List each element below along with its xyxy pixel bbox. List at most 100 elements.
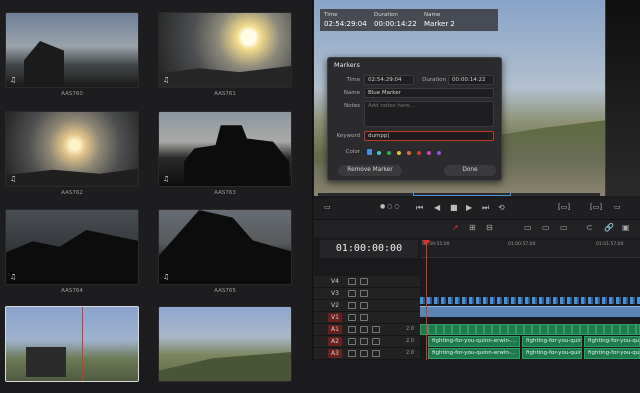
track-lock-icon[interactable] bbox=[348, 326, 356, 333]
play-icon[interactable]: ▶ bbox=[466, 203, 472, 212]
audio-note-icon: ♫ bbox=[163, 175, 170, 183]
flag-icon[interactable]: ▭ bbox=[614, 203, 621, 211]
audio-clip-a2[interactable]: fighting-for-you-quinn-erwin-... bbox=[522, 336, 582, 347]
clip-thumbnail[interactable] bbox=[158, 306, 292, 393]
info-duration-label: Duration bbox=[374, 12, 398, 18]
time-field[interactable]: 02:54:29:04 bbox=[364, 75, 414, 85]
track-lock-icon[interactable] bbox=[348, 278, 356, 285]
clip-thumbnail[interactable]: ♫ AAS761 bbox=[158, 12, 292, 99]
out-point-icon[interactable]: [▭] bbox=[590, 203, 602, 211]
color-swatch-selected[interactable] bbox=[367, 149, 372, 155]
video-clip-v1[interactable] bbox=[420, 306, 640, 317]
clip-image: ♫ bbox=[5, 209, 139, 285]
track-lock-icon[interactable] bbox=[348, 302, 356, 309]
audio-clip-a2[interactable]: fighting-for-you-quinn-erwin-... bbox=[584, 336, 640, 347]
media-pool: ♫ AAS760 ♫ AAS761 ♫ AAS762 ♫ AAS763 ♫ AA… bbox=[0, 0, 313, 382]
prev-frame-icon[interactable]: ◀ bbox=[434, 203, 440, 212]
playhead[interactable] bbox=[426, 240, 427, 360]
track-enable-icon[interactable] bbox=[360, 302, 368, 309]
color-swatch[interactable] bbox=[387, 151, 391, 155]
clip-thumbnail[interactable]: ♫ AAS762 bbox=[5, 111, 139, 198]
track-volume: 2.0 bbox=[406, 350, 414, 356]
transport-dots-icon[interactable]: ● ○ ○ bbox=[380, 203, 400, 210]
loop-icon[interactable]: ⟲ bbox=[498, 203, 505, 212]
color-swatch[interactable] bbox=[397, 151, 401, 155]
in-out-range[interactable] bbox=[413, 191, 511, 196]
clip-thumbnail[interactable]: ♫ AAS763 bbox=[158, 111, 292, 198]
audio-clip-a1[interactable] bbox=[420, 324, 640, 335]
ruler-tick: 01:00:57:04 bbox=[508, 242, 536, 247]
notes-field[interactable]: Add notes here... bbox=[364, 101, 494, 127]
color-swatch[interactable] bbox=[407, 151, 411, 155]
track-lock-icon[interactable] bbox=[348, 314, 356, 321]
color-swatch[interactable] bbox=[377, 151, 381, 155]
timeline-ruler[interactable]: 00:59:55:00 01:00:57:04 01:01:57:04 bbox=[420, 240, 640, 258]
clip-name: AAS764 bbox=[61, 288, 83, 294]
track-enable-icon[interactable] bbox=[360, 278, 368, 285]
video-clips-v2[interactable] bbox=[420, 297, 640, 304]
clip-thumbnail[interactable]: ♫ AAS764 bbox=[5, 209, 139, 296]
name-field[interactable]: Blue Marker bbox=[364, 88, 494, 98]
track-volume: 2.0 bbox=[406, 338, 414, 344]
track-header-a1[interactable]: A1 2.0 bbox=[314, 324, 420, 336]
track-solo-icon[interactable] bbox=[360, 350, 368, 357]
track-name: A2 bbox=[328, 337, 342, 346]
track-header-v2[interactable]: V2 bbox=[314, 300, 420, 312]
audio-clip-a3[interactable]: fighting-for-you-quinn-erwin-... bbox=[428, 348, 520, 359]
name-label: Name bbox=[343, 90, 360, 96]
track-header-a2[interactable]: A2 2.0 bbox=[314, 336, 420, 348]
track-header-v4[interactable]: V4 bbox=[314, 276, 420, 288]
lock-icon[interactable]: ▣ bbox=[622, 223, 630, 232]
audio-clip-a2[interactable]: fighting-for-you-quinn-erwin-... bbox=[428, 336, 520, 347]
track-header-v3[interactable]: V3 bbox=[314, 288, 420, 300]
clip-thumbnail[interactable] bbox=[5, 306, 139, 393]
track-lock-icon[interactable] bbox=[348, 290, 356, 297]
keyword-label: Keyword bbox=[336, 133, 361, 139]
audio-clip-a3[interactable]: fighting-for-you-quinn-erwin-... bbox=[584, 348, 640, 359]
keyword-field[interactable]: dumpp| bbox=[364, 131, 494, 141]
replace-clip-icon[interactable]: ▭ bbox=[560, 223, 568, 232]
timeline-timecode[interactable]: 01:00:00:00 bbox=[320, 240, 418, 258]
clip-image: ♫ bbox=[5, 12, 139, 88]
selection-pointer-icon[interactable]: ➚ bbox=[452, 223, 459, 232]
track-enable-icon[interactable] bbox=[360, 314, 368, 321]
clip-playhead-line bbox=[82, 307, 83, 381]
overwrite-clip-icon[interactable]: ▭ bbox=[542, 223, 550, 232]
last-frame-icon[interactable]: ⏭ bbox=[482, 203, 489, 213]
viewer-size-icon[interactable]: ▭ bbox=[324, 203, 331, 211]
in-point-icon[interactable]: [▭] bbox=[558, 203, 570, 211]
color-swatch[interactable] bbox=[437, 151, 441, 155]
duration-field[interactable]: 00:00:14:22 bbox=[448, 75, 494, 85]
ruler-tick: 01:01:57:04 bbox=[596, 242, 624, 247]
clip-name bbox=[158, 385, 292, 393]
clip-thumbnail[interactable]: ♫ AAS765 bbox=[158, 209, 292, 296]
color-swatch[interactable] bbox=[427, 151, 431, 155]
track-mute-icon[interactable] bbox=[372, 350, 380, 357]
first-frame-icon[interactable]: ⏮ bbox=[416, 203, 423, 213]
track-enable-icon[interactable] bbox=[360, 290, 368, 297]
track-lock-icon[interactable] bbox=[348, 350, 356, 357]
track-solo-icon[interactable] bbox=[360, 338, 368, 345]
duration-label: Duration bbox=[422, 77, 446, 83]
snapping-icon[interactable]: ⊂ bbox=[586, 223, 593, 232]
track-lock-icon[interactable] bbox=[348, 338, 356, 345]
track-header-v1[interactable]: V1 bbox=[314, 312, 420, 324]
dynamic-trim-icon[interactable]: ⊟ bbox=[486, 223, 493, 232]
audio-note-icon: ♫ bbox=[163, 273, 170, 281]
remove-marker-button[interactable]: Remove Marker bbox=[338, 165, 402, 176]
color-swatch[interactable] bbox=[417, 151, 421, 155]
clip-thumbnail[interactable]: ♫ AAS760 bbox=[5, 12, 139, 99]
linked-selection-icon[interactable]: 🔗 bbox=[604, 223, 614, 232]
clip-image: ♫ bbox=[158, 111, 292, 187]
track-mute-icon[interactable] bbox=[372, 326, 380, 333]
done-button[interactable]: Done bbox=[444, 165, 496, 176]
stop-icon[interactable]: ■ bbox=[450, 203, 458, 212]
audio-clip-a3[interactable]: fighting-for-you-quinn-erwin-... bbox=[522, 348, 582, 359]
clip-name: AAS762 bbox=[61, 190, 83, 196]
clip-image bbox=[158, 306, 292, 382]
track-mute-icon[interactable] bbox=[372, 338, 380, 345]
track-header-a3[interactable]: A3 2.0 bbox=[314, 348, 420, 360]
trim-tool-icon[interactable]: ⊞ bbox=[469, 223, 476, 232]
insert-clip-icon[interactable]: ▭ bbox=[524, 223, 532, 232]
track-solo-icon[interactable] bbox=[360, 326, 368, 333]
